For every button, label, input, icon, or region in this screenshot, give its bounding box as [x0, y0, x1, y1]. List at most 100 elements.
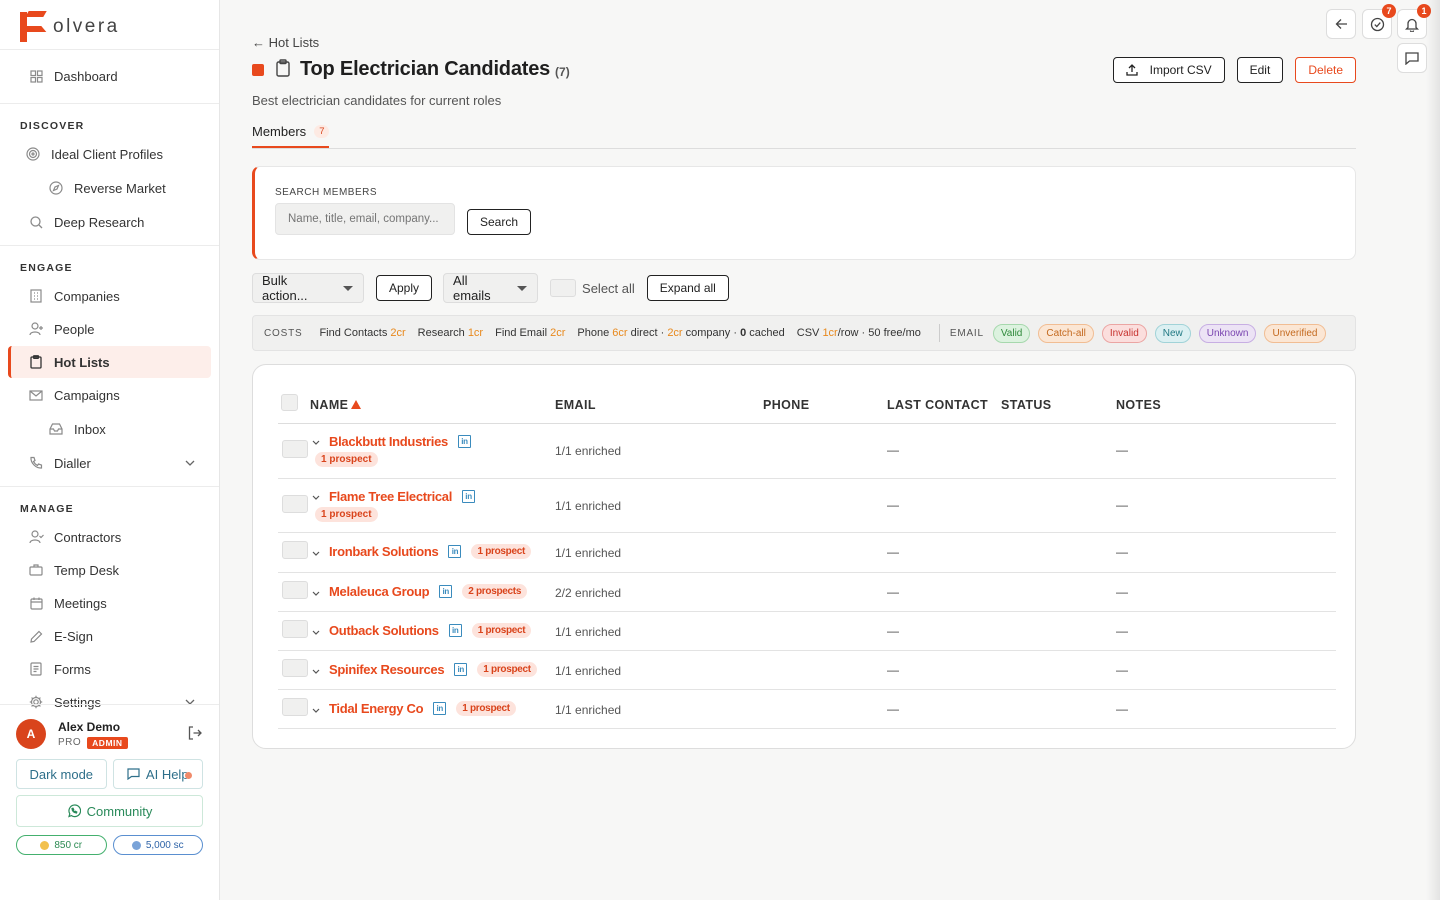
- column-header-last-contact[interactable]: LAST CONTACT: [887, 398, 988, 412]
- table-row[interactable]: Blackbutt Industries in 1 prospect 1/1 en…: [278, 424, 1336, 479]
- back-to-hot-lists-link[interactable]: ← Hot Lists: [252, 35, 319, 50]
- sidebar-item-dashboard[interactable]: Dashboard: [8, 60, 211, 92]
- company-link[interactable]: Tidal Energy Co in 1 prospect: [329, 701, 516, 716]
- community-button[interactable]: Community: [16, 795, 203, 827]
- back-arrow-button[interactable]: [1326, 9, 1356, 39]
- briefcase-icon: [28, 562, 44, 578]
- sidebar-item-inbox[interactable]: Inbox: [8, 412, 211, 446]
- sidebar-item-hot-lists[interactable]: Hot Lists: [8, 346, 211, 378]
- sidebar-item-label: Meetings: [54, 595, 107, 611]
- table-row[interactable]: Spinifex Resources in 1 prospect 1/1 enric…: [278, 651, 1336, 690]
- linkedin-icon[interactable]: in: [448, 624, 462, 637]
- page-subtitle: Best electrician candidates for current …: [252, 93, 502, 108]
- sc-badge[interactable]: 5,000 sc: [112, 835, 203, 855]
- ai-help-button[interactable]: AI Help: [112, 759, 203, 789]
- company-link[interactable]: Outback Solutions in 1 prospect: [329, 623, 532, 638]
- column-header-name[interactable]: NAME: [310, 398, 362, 412]
- company-link[interactable]: Blackbutt Industries in: [329, 434, 471, 449]
- dark-mode-button[interactable]: Dark mode: [16, 759, 107, 789]
- linkedin-icon[interactable]: in: [457, 435, 471, 448]
- select-all-label: Select all: [582, 280, 635, 296]
- notifications-button[interactable]: 1: [1397, 4, 1431, 39]
- company-name: Tidal Energy Co: [329, 701, 424, 716]
- chevron-down-icon[interactable]: [312, 548, 320, 558]
- linkedin-icon[interactable]: in: [454, 663, 468, 676]
- user-buttons: Dark mode AI Help: [16, 759, 203, 789]
- credits-badge[interactable]: 850 cr: [16, 835, 107, 855]
- table-row[interactable]: Melaleuca Group in 2 prospects 2/2 enriche…: [278, 573, 1336, 612]
- table-row[interactable]: Tidal Energy Co in 1 prospect 1/1 enriched…: [278, 690, 1336, 729]
- email-status-valid: Valid: [992, 323, 1031, 343]
- sidebar-item-meetings[interactable]: Meetings: [8, 587, 211, 619]
- linkedin-icon[interactable]: in: [448, 545, 462, 558]
- sidebar-item-companies[interactable]: Companies: [8, 280, 211, 312]
- sidebar-item-e-sign[interactable]: E-Sign: [8, 620, 211, 652]
- sidebar-item-people[interactable]: People: [8, 313, 211, 345]
- column-header-status[interactable]: STATUS: [1001, 398, 1052, 412]
- apply-button[interactable]: Apply: [376, 275, 433, 301]
- table-row[interactable]: Ironbark Solutions in 1 prospect 1/1 enric…: [278, 533, 1336, 573]
- nav-label-manage: MANAGE: [20, 503, 74, 515]
- company-link[interactable]: Ironbark Solutions in 1 prospect: [329, 544, 532, 559]
- linkedin-icon[interactable]: in: [433, 702, 447, 715]
- linkedin-icon[interactable]: in: [439, 585, 453, 598]
- user-name: Alex Demo: [58, 719, 121, 734]
- row-checkbox[interactable]: [282, 698, 308, 716]
- table-row[interactable]: Outback Solutions in 1 prospect 1/1 enrich…: [278, 612, 1336, 651]
- import-csv-button[interactable]: Import CSV: [1112, 57, 1225, 83]
- tab-members[interactable]: Members 7: [252, 116, 330, 148]
- avatar[interactable]: A: [16, 719, 46, 749]
- sidebar-item-dialler[interactable]: Dialler: [8, 447, 211, 479]
- delete-button[interactable]: Delete: [1295, 57, 1356, 83]
- email-enrichment: 1/1 enriched: [555, 625, 622, 639]
- sidebar-item-campaigns[interactable]: Campaigns: [8, 379, 211, 411]
- chevron-down-icon[interactable]: [312, 627, 320, 637]
- chevron-down-icon[interactable]: [312, 666, 320, 676]
- row-checkbox[interactable]: [282, 440, 308, 458]
- row-checkbox[interactable]: [282, 541, 308, 559]
- sidebar-item-forms[interactable]: Forms: [8, 653, 211, 685]
- sidebar-item-ideal-client-profiles[interactable]: Ideal Client Profiles: [8, 138, 211, 170]
- sidebar-item-label: Dashboard: [54, 68, 118, 84]
- messages-button[interactable]: [1397, 43, 1427, 73]
- expand-all-button[interactable]: Expand all: [646, 275, 729, 301]
- notes-value: —: [1116, 663, 1128, 677]
- chevron-down-icon[interactable]: [312, 437, 320, 447]
- select-all-toggle[interactable]: Select all: [550, 279, 635, 297]
- row-checkbox[interactable]: [282, 581, 308, 599]
- logout-icon[interactable]: [187, 725, 203, 744]
- row-checkbox[interactable]: [282, 620, 308, 638]
- row-checkbox[interactable]: [282, 495, 308, 513]
- row-checkbox[interactable]: [282, 659, 308, 677]
- table-row[interactable]: Flame Tree Electrical in 1 prospect 1/1 e…: [278, 479, 1336, 533]
- inbox-icon: [48, 421, 64, 437]
- title-row: Top Electrician Candidates (7): [252, 58, 570, 81]
- email-enrichment: 1/1 enriched: [555, 703, 622, 717]
- select-all-rows-checkbox[interactable]: [281, 394, 298, 411]
- tasks-button[interactable]: 7: [1362, 4, 1396, 39]
- search-input[interactable]: [275, 203, 455, 235]
- sidebar-item-contractors[interactable]: Contractors: [8, 521, 211, 553]
- linkedin-icon[interactable]: in: [462, 490, 476, 503]
- logo[interactable]: olvera: [0, 0, 219, 50]
- bulk-action-select[interactable]: Bulk action...: [252, 273, 364, 303]
- chevron-down-icon[interactable]: [185, 457, 195, 469]
- column-header-email[interactable]: EMAIL: [555, 398, 596, 412]
- edit-button[interactable]: Edit: [1236, 57, 1284, 83]
- sidebar-item-temp-desk[interactable]: Temp Desk: [8, 554, 211, 586]
- chevron-down-icon[interactable]: [312, 705, 320, 715]
- chevron-down-icon[interactable]: [312, 492, 320, 502]
- sidebar-item-label: Ideal Client Profiles: [51, 146, 163, 162]
- company-link[interactable]: Melaleuca Group in 2 prospects: [329, 584, 528, 599]
- search-button[interactable]: Search: [467, 209, 532, 235]
- sidebar-item-reverse-market[interactable]: Reverse Market: [8, 171, 211, 205]
- company-link[interactable]: Flame Tree Electrical in: [329, 489, 476, 504]
- column-header-notes[interactable]: NOTES: [1116, 398, 1161, 412]
- email-filter-select[interactable]: All emails: [443, 273, 539, 303]
- column-header-phone[interactable]: PHONE: [763, 398, 809, 412]
- select-all-checkbox[interactable]: [550, 279, 577, 297]
- chevron-down-icon[interactable]: [312, 588, 320, 598]
- sidebar-item-deep-research[interactable]: Deep Research: [8, 206, 211, 238]
- email-legend-label: EMAIL: [949, 327, 984, 339]
- company-link[interactable]: Spinifex Resources in 1 prospect: [329, 662, 537, 677]
